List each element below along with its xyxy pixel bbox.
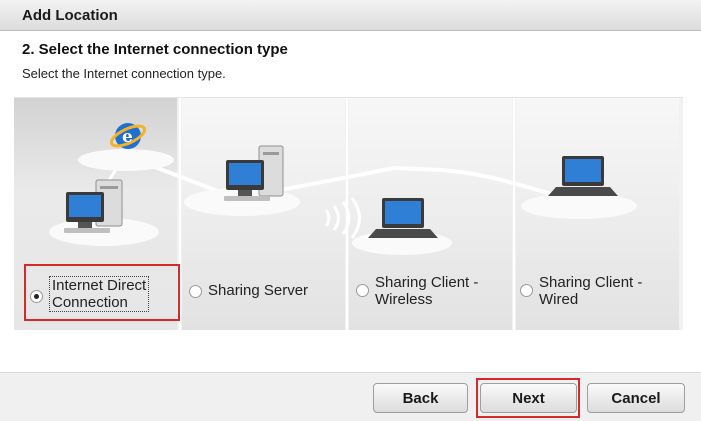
radio-sharing-client-wired[interactable] [520,284,533,297]
cancel-button[interactable]: Cancel [587,383,685,413]
window-title: Add Location [22,7,118,24]
title-bar: Add Location [0,0,701,31]
step-heading: 2. Select the Internet connection type [22,41,288,58]
option-label-line1: Sharing Client - [539,274,643,291]
option-label-line2: Connection [52,294,128,311]
option-label-line2: Wired [539,291,579,308]
laptop-icon [368,198,438,238]
internet-explorer-icon: e [109,123,147,149]
next-button[interactable]: Next [480,383,577,413]
option-internet-direct-connection[interactable]: Internet Direct Connection [24,264,180,321]
radio-sharing-server[interactable] [189,285,202,298]
option-label-line1: Sharing Server [208,282,309,299]
option-label-line1: Sharing Client - [375,274,479,291]
option-sharing-client-wired[interactable]: Sharing Client - Wired [520,274,642,308]
svg-text:e: e [122,127,133,147]
step-description: Select the Internet connection type. [22,66,226,81]
wireless-signal-icon [324,197,361,239]
back-button[interactable]: Back [373,383,468,413]
radio-internet-direct-connection[interactable] [30,290,43,303]
radio-sharing-client-wireless[interactable] [356,284,369,297]
option-label-line1: Internet Direct [52,277,147,294]
option-sharing-server[interactable]: Sharing Server [189,282,308,299]
option-label-line2: Wireless [375,291,433,308]
add-location-dialog: Add Location 2. Select the Internet conn… [0,0,701,421]
laptop-icon [548,156,618,196]
option-sharing-client-wireless[interactable]: Sharing Client - Wireless [356,274,478,308]
